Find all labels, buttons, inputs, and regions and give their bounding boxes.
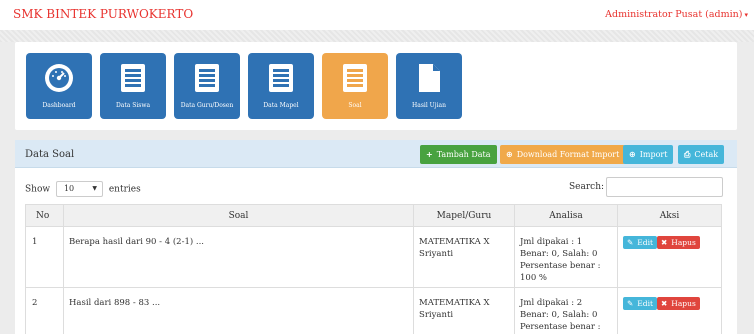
hapus-button[interactable]: ✖ Hapus <box>657 236 700 249</box>
analisa-line: Persentase benar : <box>520 322 601 332</box>
hapus-label: Hapus <box>671 238 696 247</box>
hapus-label: Hapus <box>671 299 696 308</box>
brand-title[interactable]: SMK BINTEK PURWOKERTO <box>13 7 193 21</box>
col-soal[interactable]: Soal <box>63 204 414 227</box>
file-icon <box>419 64 440 92</box>
row-mapel: MATEMATIKA X <box>419 237 490 247</box>
download-format-label: Download Format Import <box>516 150 620 159</box>
row-no: 2 <box>25 287 64 334</box>
chevron-down-icon: ▼ <box>92 185 97 192</box>
col-analisa[interactable]: Analisa <box>514 204 618 227</box>
pencil-icon: ✎ <box>627 238 634 247</box>
list-icon <box>269 64 293 92</box>
tile-label: Soal <box>348 102 362 109</box>
download-format-button[interactable]: ⊕ Download Format Import <box>500 145 626 164</box>
row-soal: Hasil dari 898 - 83 ... <box>63 287 414 334</box>
show-label: Show <box>25 184 51 195</box>
analisa-line: Benar: 0, Salah: 0 <box>520 249 598 259</box>
col-aksi[interactable]: Aksi <box>617 204 722 227</box>
row-mapel: MATEMATIKA X <box>419 298 490 308</box>
close-icon: ✖ <box>661 299 668 308</box>
entries-value: 10 <box>63 184 75 193</box>
user-menu[interactable]: Administrator Pusat (admin) ▾ <box>605 9 748 20</box>
tile-data-guru[interactable]: Data Guru/Dosen <box>174 53 240 119</box>
row-guru: Sriyanti <box>419 249 454 259</box>
panel-title: Data Soal <box>25 149 75 160</box>
tile-label: Dashboard <box>42 102 76 109</box>
tile-data-mapel[interactable]: Data Mapel <box>248 53 314 119</box>
analisa-line: Persentase benar : <box>520 261 601 271</box>
row-analisa: Jml dipakai : 1 Benar: 0, Salah: 0 Perse… <box>514 226 618 288</box>
user-name: Administrator Pusat (admin) <box>605 9 743 20</box>
import-icon: ⊕ <box>629 150 636 159</box>
soal-table: No Soal Mapel/Guru Analisa Aksi 1 Berapa… <box>25 204 722 334</box>
search-input[interactable] <box>606 177 723 197</box>
tile-label: Data Mapel <box>263 102 299 109</box>
analisa-line: 100 % <box>520 273 548 283</box>
edit-label: Edit <box>637 299 653 308</box>
header-stripe <box>0 30 754 42</box>
menu-tiles: Dashboard Data Siswa Data Guru/Dosen Dat… <box>15 42 737 130</box>
tambah-data-label: Tambah Data <box>436 150 491 159</box>
col-mapel-guru[interactable]: Mapel/Guru <box>413 204 515 227</box>
tile-label: Hasil Ujian <box>412 102 446 109</box>
hapus-button[interactable]: ✖ Hapus <box>657 297 700 310</box>
entries-label: entries <box>108 184 141 195</box>
print-icon: ⎙ <box>684 150 691 159</box>
tile-data-siswa[interactable]: Data Siswa <box>100 53 166 119</box>
dashboard-icon <box>45 64 73 92</box>
search-label: Search: <box>569 182 605 192</box>
data-soal-panel: Data Soal + Tambah Data ⊕ Download Format … <box>15 140 737 334</box>
cetak-button[interactable]: ⎙ Cetak <box>678 145 725 164</box>
import-button[interactable]: ⊕ Import <box>623 145 674 164</box>
panel-header: Data Soal + Tambah Data ⊕ Download Format … <box>15 140 737 168</box>
table-header-row: No Soal Mapel/Guru Analisa Aksi <box>25 204 722 227</box>
download-icon: ⊕ <box>506 150 513 159</box>
tile-dashboard[interactable]: Dashboard <box>26 53 92 119</box>
edit-label: Edit <box>637 238 653 247</box>
tile-soal[interactable]: Soal <box>322 53 388 119</box>
list-icon <box>195 64 219 92</box>
row-mapel-guru: MATEMATIKA X Sriyanti <box>413 226 515 288</box>
import-label: Import <box>639 150 668 159</box>
chevron-down-icon: ▾ <box>744 11 748 19</box>
cetak-label: Cetak <box>694 150 719 159</box>
pencil-icon: ✎ <box>627 299 634 308</box>
list-icon <box>343 64 367 92</box>
row-analisa: Jml dipakai : 2 Benar: 0, Salah: 0 Perse… <box>514 287 618 334</box>
list-icon <box>121 64 145 92</box>
tambah-data-button[interactable]: + Tambah Data <box>420 145 497 164</box>
entries-select[interactable]: 10 ▼ <box>55 181 103 197</box>
table-row: 2 Hasil dari 898 - 83 ... MATEMATIKA X Sr… <box>25 287 722 334</box>
entries-control: Show 10 ▼ entries <box>25 181 141 197</box>
analisa-line: Benar: 0, Salah: 0 <box>520 310 598 320</box>
row-guru: Sriyanti <box>419 310 454 320</box>
row-mapel-guru: MATEMATIKA X Sriyanti <box>413 287 515 334</box>
tile-hasil-ujian[interactable]: Hasil Ujian <box>396 53 462 119</box>
row-aksi: ✎ Edit ✖ Hapus <box>617 226 722 288</box>
close-icon: ✖ <box>661 238 668 247</box>
row-aksi: ✎ Edit ✖ Hapus <box>617 287 722 334</box>
edit-button[interactable]: ✎ Edit <box>623 236 657 249</box>
top-bar: SMK BINTEK PURWOKERTO Administrator Pusa… <box>0 0 754 30</box>
tile-label: Data Siswa <box>115 102 151 109</box>
tile-label: Data Guru/Dosen <box>180 102 234 109</box>
row-soal: Berapa hasil dari 90 - 4 (2-1) ... <box>63 226 414 288</box>
plus-icon: + <box>426 150 433 159</box>
col-no[interactable]: No <box>25 204 64 227</box>
table-row: 1 Berapa hasil dari 90 - 4 (2-1) ... MAT… <box>25 226 722 288</box>
row-no: 1 <box>25 226 64 288</box>
analisa-line: Jml dipakai : 1 <box>520 237 583 247</box>
edit-button[interactable]: ✎ Edit <box>623 297 657 310</box>
analisa-line: Jml dipakai : 2 <box>520 298 583 308</box>
